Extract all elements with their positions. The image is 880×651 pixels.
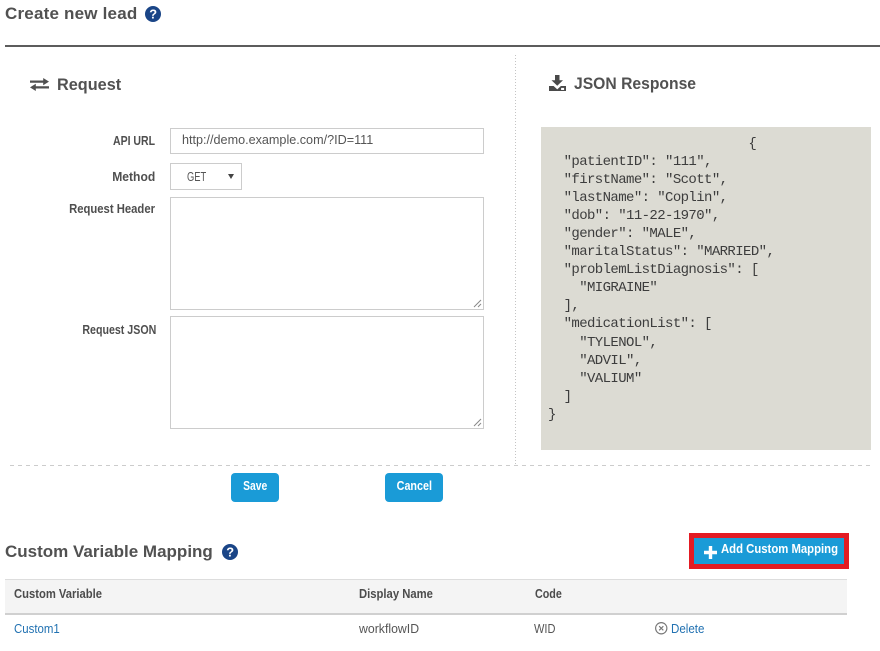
svg-text:?: ?: [149, 6, 157, 21]
svg-text:?: ?: [226, 545, 234, 560]
